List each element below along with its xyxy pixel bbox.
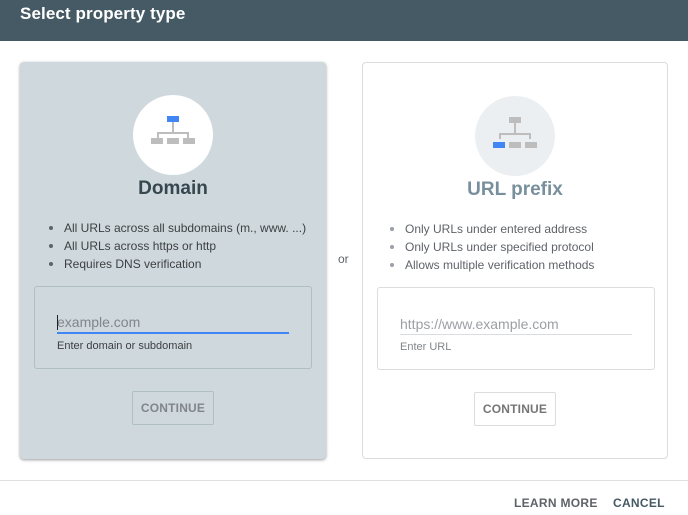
footer-divider	[0, 480, 688, 481]
domain-card-title: Domain	[138, 178, 208, 199]
domain-property-card[interactable]: Domain All URLs across all subdomains (m…	[20, 62, 326, 459]
url-prefix-feature-list: Only URLs under entered address Only URL…	[389, 220, 594, 274]
list-item: All URLs across https or http	[48, 237, 306, 255]
domain-input[interactable]	[57, 312, 289, 334]
url-input-helper: Enter URL	[400, 341, 452, 353]
list-item: Allows multiple verification methods	[389, 256, 594, 274]
url-input[interactable]	[400, 313, 632, 335]
url-input-container: Enter URL	[377, 287, 655, 370]
sitemap-icon	[151, 116, 195, 144]
or-separator: or	[338, 252, 349, 266]
url-prefix-property-card[interactable]: URL prefix Only URLs under entered addre…	[362, 62, 668, 459]
list-item: Only URLs under entered address	[389, 220, 594, 238]
sitemap-icon	[493, 117, 537, 148]
list-item: All URLs across all subdomains (m., www.…	[48, 219, 306, 237]
url-prefix-card-title: URL prefix	[467, 179, 563, 200]
dialog-title: Select property type	[20, 4, 186, 23]
list-item: Requires DNS verification	[48, 255, 306, 273]
text-caret	[57, 315, 58, 330]
learn-more-button[interactable]: LEARN MORE	[514, 496, 598, 510]
url-prefix-icon-circle	[475, 96, 555, 176]
domain-continue-button[interactable]: CONTINUE	[132, 391, 214, 425]
dialog-header: Select property type	[0, 0, 688, 41]
domain-feature-list: All URLs across all subdomains (m., www.…	[48, 219, 306, 273]
url-prefix-continue-button[interactable]: CONTINUE	[474, 392, 556, 426]
domain-icon-circle	[133, 95, 213, 175]
list-item: Only URLs under specified protocol	[389, 238, 594, 256]
domain-input-container: Enter domain or subdomain	[34, 286, 312, 369]
domain-input-helper: Enter domain or subdomain	[57, 340, 193, 352]
cancel-button[interactable]: CANCEL	[613, 496, 665, 510]
